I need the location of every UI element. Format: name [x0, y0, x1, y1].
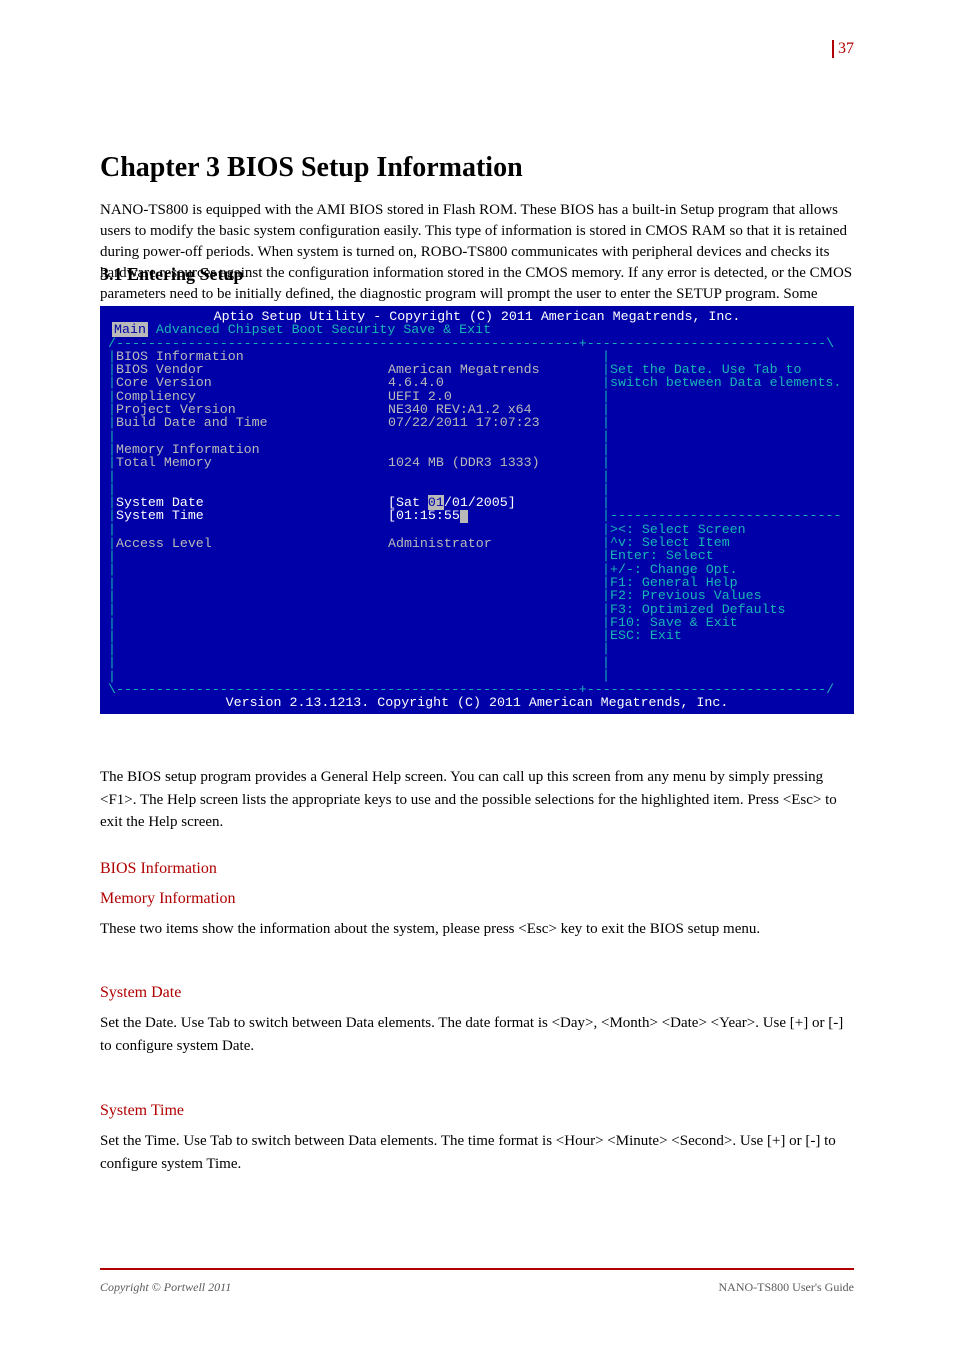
page-number-header: 37	[832, 40, 854, 58]
bios-divider: /---------------------------------------…	[100, 337, 854, 350]
system-date-label[interactable]: System Date	[116, 496, 388, 509]
bios-info-title: BIOS Information	[116, 350, 388, 363]
system-time-label[interactable]: System Time	[116, 509, 388, 523]
bios-build-value: 07/22/2011 17:07:23	[388, 416, 540, 429]
bios-left-panel: |BIOS Information |BIOS VendorAmerican M…	[100, 350, 598, 683]
footer-copyright: Copyright © Portwell 2011	[100, 1280, 231, 1295]
bios-memory-title: Memory Information	[116, 443, 388, 456]
nav-esc-exit: ESC: Exit	[610, 628, 682, 643]
bios-project-label: Project Version	[116, 403, 388, 416]
bios-memory-value: 1024 MB (DDR3 1333)	[388, 456, 540, 469]
help-divider: |-----------------------------	[602, 509, 854, 522]
access-level-label: Access Level	[116, 537, 388, 550]
chapter-title: Chapter 3 BIOS Setup Information	[100, 152, 523, 184]
subheading-bios-info: BIOS Information	[100, 860, 217, 878]
footer-guide-name: NANO-TS800 User's Guide	[719, 1280, 854, 1295]
bios-title: Aptio Setup Utility - Copyright (C) 2011…	[100, 306, 854, 323]
bios-compliency-label: Compliency	[116, 390, 388, 403]
system-time-value[interactable]: [01:15:55	[388, 509, 468, 523]
subheading-memory-info: Memory Information	[100, 890, 236, 908]
footer-divider	[100, 1268, 854, 1270]
section-title: 3.1 Entering Setup	[100, 264, 244, 285]
bios-vendor-value: American Megatrends	[388, 363, 540, 376]
description-paragraph-2: These two items show the information abo…	[100, 918, 854, 941]
subheading-system-time: System Time	[100, 1102, 184, 1120]
bios-footer: Version 2.13.1213. Copyright (C) 2011 Am…	[100, 696, 854, 713]
bios-tabs: Main Advanced Chipset Boot Security Save…	[100, 323, 854, 336]
page-number: 37	[838, 40, 854, 57]
bios-compliency-value: UEFI 2.0	[388, 390, 452, 403]
bios-screenshot: Aptio Setup Utility - Copyright (C) 2011…	[100, 306, 854, 714]
bios-divider-bottom: \---------------------------------------…	[100, 683, 854, 696]
description-paragraph-1: The BIOS setup program provides a Genera…	[100, 766, 854, 834]
bios-right-panel: | |Set the Date. Use Tab to |switch betw…	[598, 350, 854, 683]
access-level-value: Administrator	[388, 537, 492, 550]
bios-vendor-label: BIOS Vendor	[116, 363, 388, 376]
help-text-2: switch between Data elements.	[610, 375, 841, 390]
subheading-system-date: System Date	[100, 984, 181, 1002]
system-date-value[interactable]: [Sat 01/01/2005]	[388, 496, 516, 509]
description-paragraph-3: Set the Date. Use Tab to switch between …	[100, 1012, 854, 1057]
bios-core-value: 4.6.4.0	[388, 376, 444, 389]
bios-core-label: Core Version	[116, 376, 388, 389]
description-paragraph-4: Set the Time. Use Tab to switch between …	[100, 1130, 854, 1175]
bios-build-label: Build Date and Time	[116, 416, 388, 429]
bios-memory-label: Total Memory	[116, 456, 388, 469]
bios-project-value: NE340 REV:A1.2 x64	[388, 403, 532, 416]
